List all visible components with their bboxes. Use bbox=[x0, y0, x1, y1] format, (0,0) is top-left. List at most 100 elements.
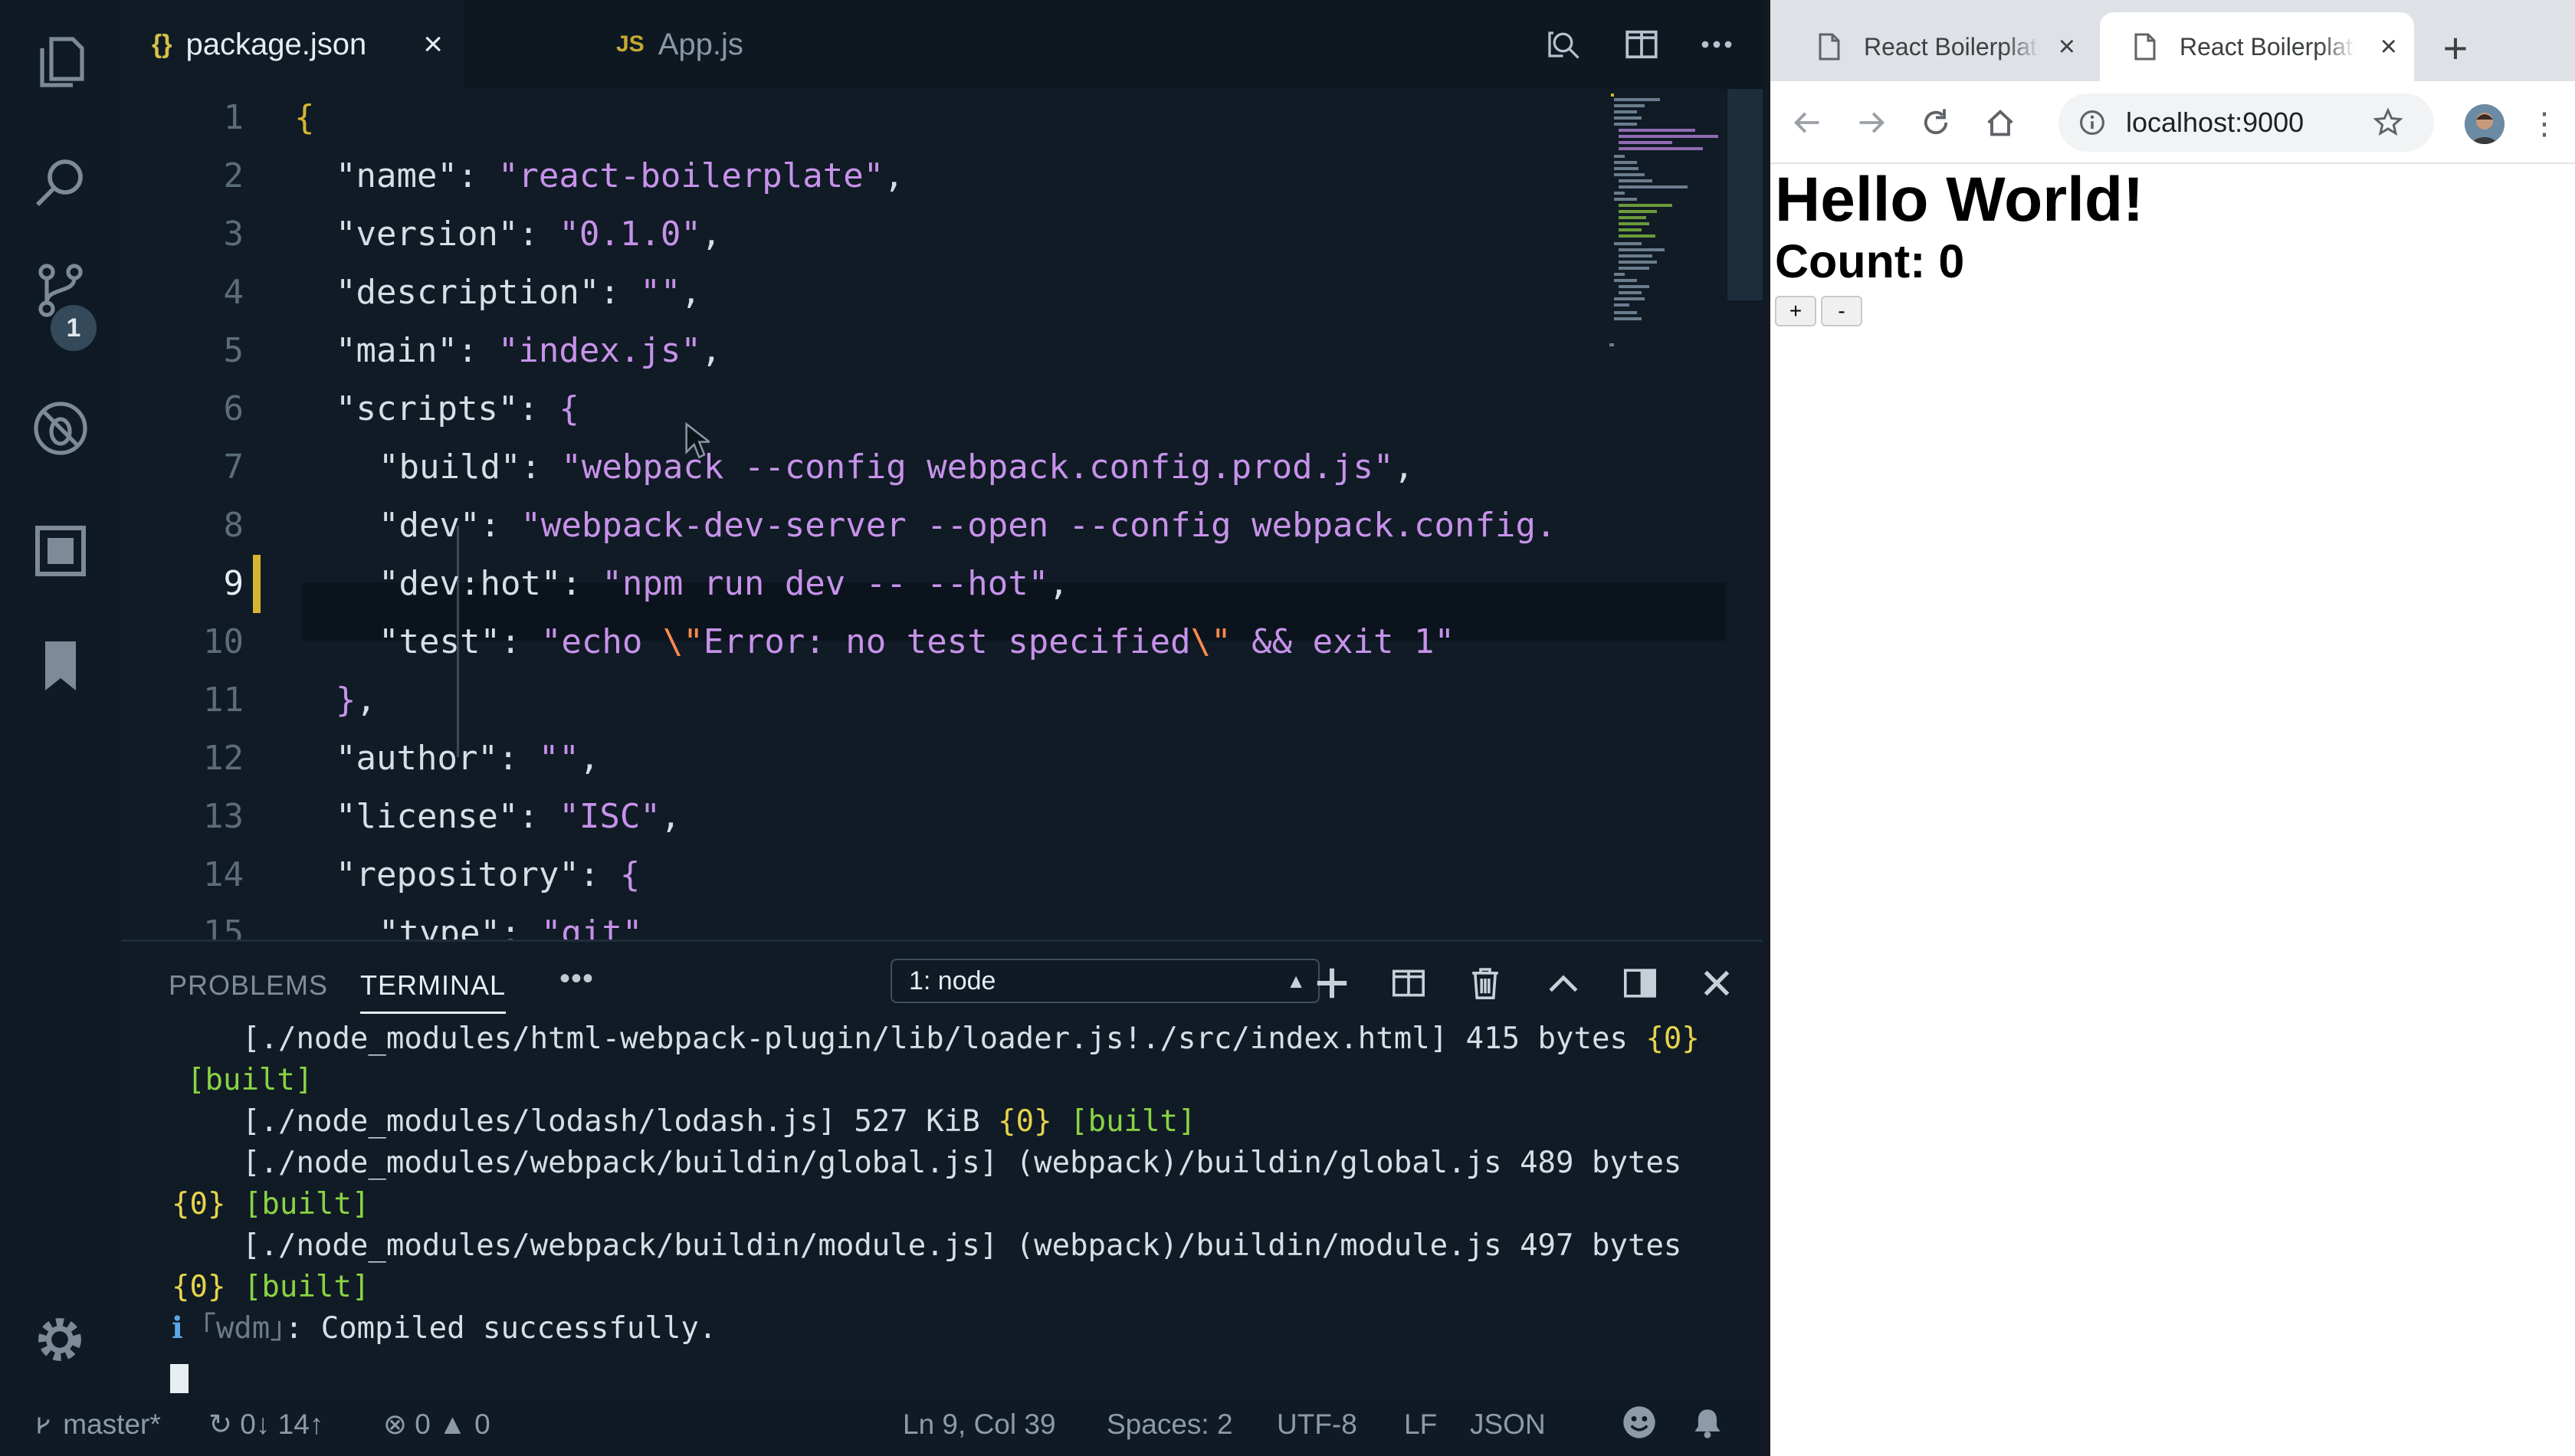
address-bar[interactable]: localhost:9000 bbox=[2058, 93, 2434, 152]
code-line: 9 "dev:hot": "npm run dev -- --hot", bbox=[223, 564, 1069, 603]
browser-menu-icon[interactable]: ⋮ bbox=[2529, 104, 2560, 144]
minimap[interactable] bbox=[1608, 90, 1727, 351]
page-icon bbox=[2134, 33, 2156, 61]
page-content: Hello World! Count: 0 + - bbox=[1770, 164, 2575, 1456]
tab-app-js[interactable]: JS App.js bbox=[463, 0, 874, 89]
vscode-window: 1 {} package.json × JS App.js 1 {2 "nam… bbox=[0, 0, 1763, 1456]
warning-icon: ▲ bbox=[438, 1408, 467, 1440]
close-panel-icon[interactable] bbox=[1692, 960, 1741, 1006]
editor-tab-bar: {} package.json × JS App.js bbox=[121, 0, 1763, 89]
page-heading: Hello World! bbox=[1775, 165, 2144, 234]
bookmark-icon[interactable] bbox=[23, 628, 98, 703]
language-mode[interactable]: JSON bbox=[1470, 1393, 1546, 1456]
explorer-icon[interactable] bbox=[23, 23, 98, 98]
feedback-smiley-icon[interactable] bbox=[1622, 1393, 1657, 1456]
select-arrows-icon: ▲ bbox=[1286, 969, 1306, 992]
bottom-panel: PROBLEMS TERMINAL ••• 1: node ▲ [./node_… bbox=[121, 940, 1763, 1393]
json-file-icon: {} bbox=[152, 29, 172, 59]
profile-avatar[interactable] bbox=[2465, 104, 2504, 144]
code-line: 3 "version": "0.1.0", bbox=[223, 215, 722, 254]
back-arrow-icon[interactable] bbox=[1786, 101, 1829, 144]
decrement-button[interactable]: - bbox=[1821, 296, 1862, 326]
kill-terminal-icon[interactable] bbox=[1461, 960, 1510, 1006]
forward-arrow-icon[interactable] bbox=[1850, 101, 1893, 144]
tab-label: package.json bbox=[185, 27, 367, 61]
code-line: 12 "author": "", bbox=[203, 739, 600, 778]
tab-problems[interactable]: PROBLEMS bbox=[169, 969, 328, 1002]
end-of-line[interactable]: LF bbox=[1404, 1393, 1437, 1456]
indentation[interactable]: Spaces: 2 bbox=[1107, 1393, 1233, 1456]
terminal-select[interactable]: 1: node ▲ bbox=[891, 959, 1320, 1003]
terminal-line: [./node_modules/webpack/buildin/module.j… bbox=[242, 1228, 1682, 1263]
git-branch[interactable]: master* bbox=[32, 1393, 161, 1456]
browser-tab-1[interactable]: React Boilerplate × bbox=[1786, 12, 2092, 81]
tab-terminal[interactable]: TERMINAL bbox=[360, 969, 507, 1014]
site-info-icon[interactable] bbox=[2078, 109, 2106, 136]
search-icon[interactable] bbox=[23, 146, 98, 221]
sync-status[interactable]: ↻ 0↓ 14↑ bbox=[208, 1393, 323, 1456]
debug-icon[interactable] bbox=[23, 391, 98, 466]
code-line: 6 "scripts": { bbox=[223, 389, 579, 428]
code-line: 15 "type": "git" bbox=[203, 913, 643, 940]
extensions-icon[interactable] bbox=[23, 513, 98, 589]
terminal-line: [./node_modules/lodash/lodash.js] 527 Ki… bbox=[242, 1104, 1196, 1139]
code-line: 7 "build": "webpack --config webpack.conf… bbox=[223, 448, 1415, 487]
close-tab-icon[interactable]: × bbox=[2380, 31, 2397, 64]
terminal-select-value: 1: node bbox=[909, 966, 996, 995]
js-file-icon: JS bbox=[616, 31, 645, 57]
tab-package-json[interactable]: {} package.json × bbox=[121, 0, 463, 89]
terminal-line: {0} [built] bbox=[172, 1187, 370, 1222]
split-editor-icon[interactable] bbox=[1617, 20, 1666, 69]
toggle-panel-position-icon[interactable] bbox=[1616, 960, 1665, 1006]
browser-tab-2[interactable]: React Boilerplate × bbox=[2100, 12, 2414, 81]
notifications-bell-icon[interactable] bbox=[1691, 1393, 1724, 1456]
more-actions-icon[interactable] bbox=[1692, 20, 1741, 69]
new-terminal-icon[interactable] bbox=[1307, 960, 1356, 1006]
code-line: 10 "test": "echo \"Error: no test specifi… bbox=[203, 622, 1455, 661]
terminal-line: ℹ ｢wdm｣: Compiled successfully. bbox=[172, 1311, 717, 1346]
error-icon: ⊗ bbox=[383, 1408, 408, 1440]
vertical-scrollbar[interactable] bbox=[1727, 89, 1763, 300]
new-tab-button[interactable]: + bbox=[2431, 23, 2480, 72]
encoding[interactable]: UTF-8 bbox=[1277, 1393, 1357, 1456]
increment-button[interactable]: + bbox=[1775, 296, 1816, 326]
bookmark-star-icon[interactable] bbox=[2373, 107, 2403, 138]
browser-tab-title: React Boilerplate bbox=[2180, 32, 2356, 61]
source-control-badge: 1 bbox=[51, 305, 97, 351]
mouse-pointer-icon bbox=[685, 421, 710, 459]
code-line: 4 "description": "", bbox=[223, 273, 701, 312]
code-line: 2 "name": "react-boilerplate", bbox=[223, 156, 904, 195]
close-tab-icon[interactable]: × bbox=[2058, 31, 2075, 64]
panel-more-icon[interactable]: ••• bbox=[559, 962, 594, 996]
terminal-line: {0} [built] bbox=[172, 1270, 370, 1304]
code-line: 11}, bbox=[203, 680, 376, 720]
open-changes-icon[interactable] bbox=[1540, 20, 1589, 69]
sync-icon: ↻ bbox=[208, 1408, 233, 1440]
info-icon: ℹ bbox=[172, 1311, 183, 1346]
home-icon[interactable] bbox=[1979, 101, 2022, 144]
maximize-panel-icon[interactable] bbox=[1539, 960, 1588, 1006]
activity-bar: 1 bbox=[0, 0, 121, 1393]
terminal-line: [./node_modules/webpack/buildin/global.j… bbox=[242, 1146, 1682, 1180]
page-icon bbox=[1819, 33, 1840, 61]
browser-toolbar: localhost:9000 ⋮ bbox=[1770, 81, 2575, 164]
reload-icon[interactable] bbox=[1914, 101, 1957, 144]
browser-tab-strip: React Boilerplate × React Boilerplate × … bbox=[1770, 0, 2575, 81]
code-editor[interactable]: 1{ 2 "name": "react-boilerplate", 3 "versi… bbox=[121, 89, 1763, 940]
code-line: 5 "main": "index.js", bbox=[223, 331, 722, 370]
tab-label: App.js bbox=[658, 27, 743, 61]
problems-status[interactable]: ⊗ 0 ▲ 0 bbox=[383, 1393, 490, 1456]
browser-tab-title: React Boilerplate bbox=[1864, 32, 2040, 61]
status-bar: master* ↻ 0↓ 14↑ ⊗ 0 ▲ 0 Ln 9, Col 39 Sp… bbox=[0, 1393, 1763, 1456]
code-line: 8 "dev": "webpack-dev-server --open --con… bbox=[223, 506, 1556, 545]
cursor-position[interactable]: Ln 9, Col 39 bbox=[903, 1393, 1056, 1456]
terminal-line: [built] bbox=[187, 1063, 313, 1097]
code-line: 13 "license": "ISC", bbox=[203, 797, 681, 836]
code-line: 1{ bbox=[223, 98, 315, 137]
git-branch-icon bbox=[38, 1417, 50, 1434]
settings-gear-icon[interactable] bbox=[32, 1312, 87, 1367]
split-terminal-icon[interactable] bbox=[1384, 960, 1433, 1006]
code-line: 14 "repository": { bbox=[203, 855, 641, 894]
close-tab-icon[interactable]: × bbox=[423, 25, 443, 64]
terminal-line: [./node_modules/html-webpack-plugin/lib/… bbox=[242, 1021, 1700, 1056]
